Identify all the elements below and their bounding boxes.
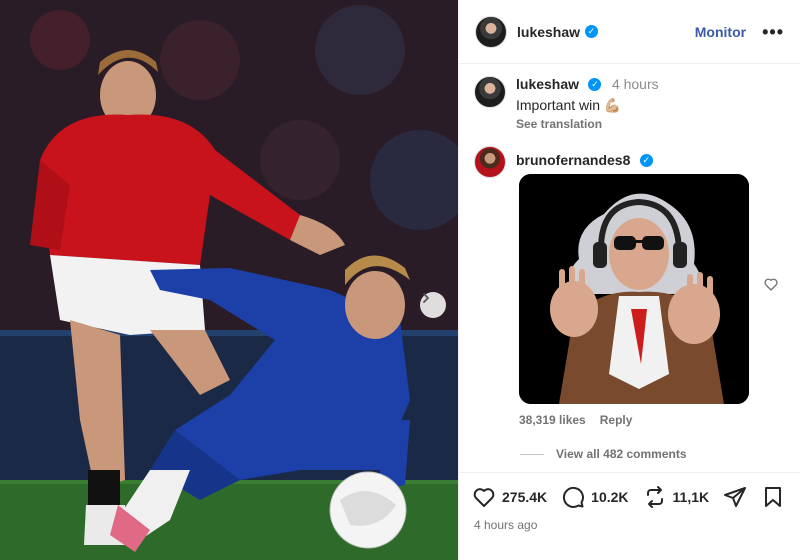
heart-icon: [764, 278, 778, 291]
likes-count[interactable]: 275.4K: [502, 489, 547, 505]
reposts-count[interactable]: 11,1K: [673, 489, 710, 505]
gif-illustration: [519, 174, 749, 404]
verified-badge-icon: ✓: [588, 78, 602, 92]
post-header: lukeshaw ✓ Monitor •••: [459, 0, 800, 64]
more-options-icon[interactable]: •••: [762, 23, 784, 41]
comments-count[interactable]: 10.2K: [591, 489, 628, 505]
post-photo[interactable]: [0, 0, 458, 560]
caption-username[interactable]: lukeshaw: [516, 76, 579, 92]
comment-meta: 38,319 likes Reply: [519, 413, 632, 427]
post-caption: lukeshaw ✓ 4 hours Important win 💪🏼 See …: [474, 76, 784, 131]
chevron-right-icon: [423, 293, 429, 303]
match-photo-illustration: [0, 0, 458, 560]
view-all-comments-label[interactable]: View all 482 comments: [556, 447, 687, 461]
share-icon: [724, 487, 747, 507]
comment-reply-button[interactable]: Reply: [600, 413, 633, 427]
comment-icon: [563, 486, 585, 508]
repost-icon: [646, 486, 663, 508]
verified-badge-icon: ✓: [585, 25, 599, 38]
caption-text: Important win 💪🏼: [516, 97, 622, 113]
comment-button[interactable]: 10.2K: [561, 485, 629, 509]
see-translation-link[interactable]: See translation: [516, 117, 659, 131]
next-photo-button[interactable]: [420, 292, 446, 318]
author-username[interactable]: lukeshaw: [517, 24, 580, 40]
view-all-divider: [520, 453, 544, 455]
verified-badge-icon: ✓: [639, 154, 653, 168]
post-actions: 275.4K 10.2K 11,1K: [472, 485, 788, 509]
commenter-avatar[interactable]: [474, 146, 506, 178]
heart-icon: [473, 488, 495, 507]
actions-divider: [458, 472, 800, 473]
comment-likes-count[interactable]: 38,319 likes: [519, 413, 586, 427]
commenter-username[interactable]: brunofernandes8: [516, 152, 630, 168]
like-button[interactable]: 275.4K: [472, 485, 547, 509]
comment-like-button[interactable]: [763, 276, 779, 297]
follow-button[interactable]: Monitor: [695, 24, 746, 40]
save-button[interactable]: [762, 485, 784, 509]
author-avatar[interactable]: [475, 15, 507, 48]
view-all-comments-link[interactable]: View all 482 comments: [520, 447, 687, 461]
post-timestamp: 4 hours ago: [474, 518, 538, 532]
bookmark-icon: [765, 487, 781, 507]
caption-time: 4 hours: [611, 76, 659, 92]
share-button[interactable]: [723, 485, 747, 509]
repost-button[interactable]: 11,1K: [643, 485, 710, 509]
comment-gif: [519, 174, 749, 404]
caption-avatar[interactable]: [474, 76, 506, 108]
